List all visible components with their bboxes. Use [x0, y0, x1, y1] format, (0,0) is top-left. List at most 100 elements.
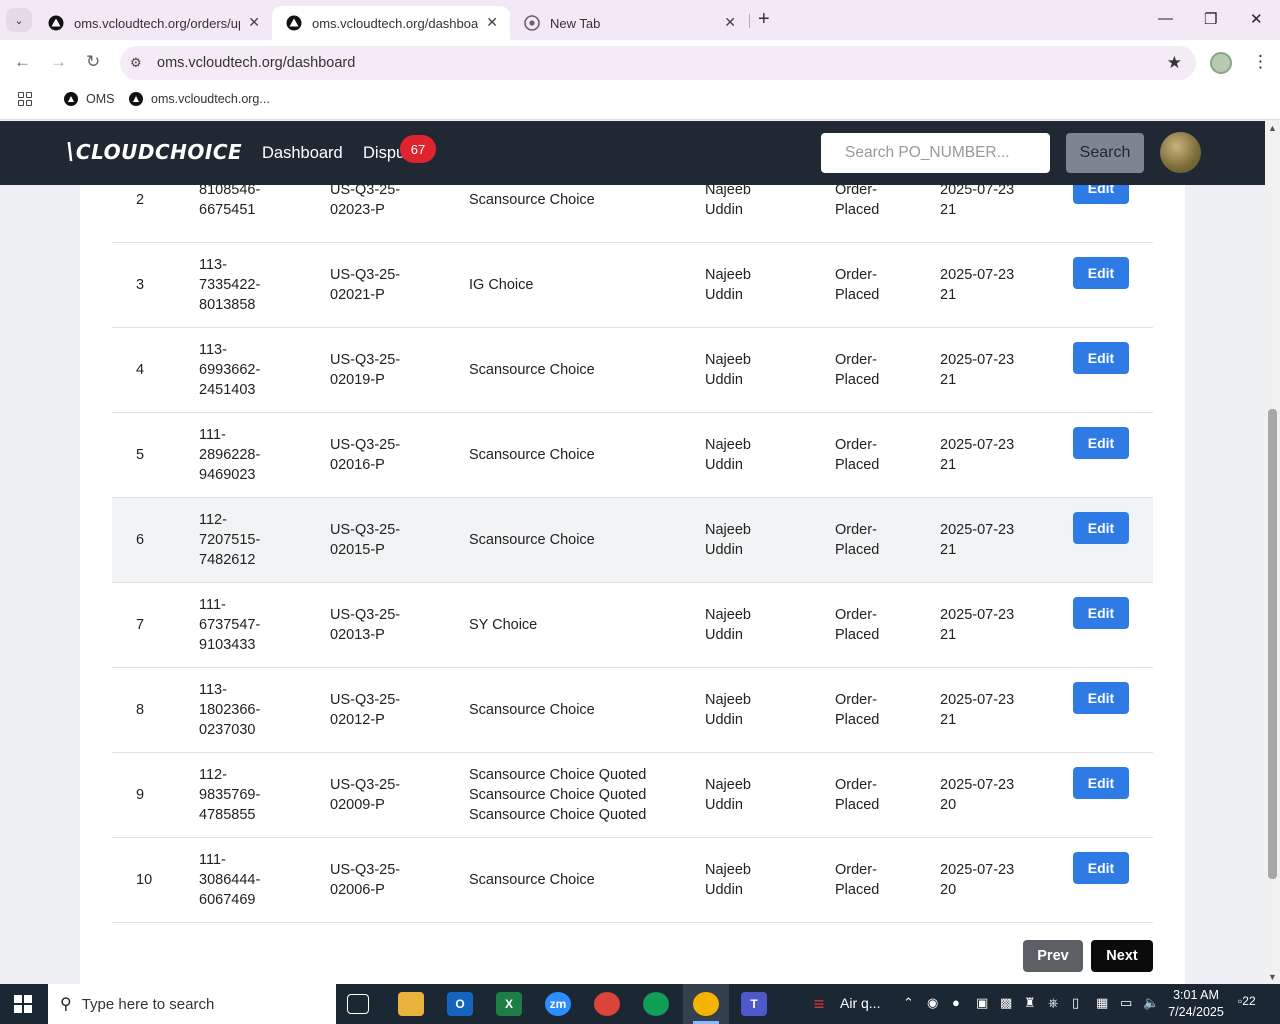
close-tab-icon[interactable]: ✕: [486, 14, 498, 31]
store-name: SY Choice: [469, 615, 659, 635]
close-tab-icon[interactable]: ✕: [248, 14, 260, 31]
bookmark-star-icon[interactable]: ★: [1167, 53, 1182, 73]
order-status-line: Order-: [835, 267, 877, 283]
order-id-line: 9835769-: [199, 787, 261, 803]
po-number-line: 02021-P: [330, 287, 385, 303]
scrollbar-thumb[interactable]: [1268, 409, 1277, 879]
notifications-icon[interactable]: ▫22: [1238, 994, 1256, 1008]
order-id-line: 6675451: [199, 202, 256, 218]
weather-label[interactable]: Air q...: [840, 995, 880, 1011]
order-status-line: Placed: [835, 882, 880, 898]
clock-time: 3:01 AM: [1173, 988, 1219, 1002]
taskbar-clock[interactable]: 3:01 AM 7/24/2025: [1166, 987, 1226, 1021]
user-name: Najeeb Uddin: [705, 435, 785, 475]
browser-menu-icon[interactable]: ⋮: [1252, 52, 1269, 72]
edit-button[interactable]: Edit: [1073, 767, 1129, 799]
search-button[interactable]: Search: [1066, 133, 1144, 173]
cloudchoice-logo[interactable]: \CLOUDCHOICE: [66, 139, 242, 165]
store-name: IG Choice: [469, 275, 659, 295]
row-number: 7: [136, 617, 145, 633]
chrome-profile-icon[interactable]: [594, 992, 620, 1016]
new-tab-icon[interactable]: +: [758, 8, 770, 31]
order-date: 2025-07-23 21: [940, 690, 1030, 730]
user-name-line: Najeeb: [705, 267, 751, 283]
tray-teams-icon[interactable]: ▩: [1000, 995, 1012, 1011]
oms-favicon-icon: [64, 92, 78, 106]
order-status-line: Order-: [835, 185, 877, 198]
tray-network-icon[interactable]: ⎈: [1048, 995, 1058, 1011]
forward-icon[interactable]: →: [50, 52, 67, 72]
tray-zoom-icon[interactable]: ●: [952, 995, 960, 1010]
order-date-line: 2025-07-23: [940, 862, 1015, 878]
site-settings-icon[interactable]: ⚙: [130, 55, 148, 71]
user-name-line: Uddin: [705, 372, 743, 388]
next-page-button[interactable]: Next: [1091, 940, 1153, 972]
po-search-input[interactable]: [821, 133, 1050, 173]
edit-button[interactable]: Edit: [1073, 185, 1129, 204]
browser-tab-dashboard[interactable]: oms.vcloudtech.org/dashboard ✕: [272, 6, 510, 40]
edit-button[interactable]: Edit: [1073, 427, 1129, 459]
order-id-line: 9103433: [199, 637, 256, 653]
tab-title: oms.vcloudtech.org/orders/upl: [74, 15, 240, 31]
order-status-line: Order-: [835, 692, 877, 708]
edit-button[interactable]: Edit: [1073, 682, 1129, 714]
tray-display-icon[interactable]: ▭: [1120, 995, 1132, 1011]
nav-link-disputes[interactable]: Dispu: [363, 144, 405, 163]
user-name-line: Najeeb: [705, 777, 751, 793]
order-id-line: 112-: [199, 767, 227, 783]
address-bar[interactable]: ⚙ oms.vcloudtech.org/dashboard ★: [120, 46, 1196, 80]
teams-icon[interactable]: T: [741, 992, 767, 1016]
bookmark-oms-site[interactable]: oms.vcloudtech.org...: [129, 92, 270, 106]
edit-button[interactable]: Edit: [1073, 597, 1129, 629]
bookmark-oms[interactable]: OMS: [64, 92, 114, 106]
edit-button[interactable]: Edit: [1073, 257, 1129, 289]
zoom-icon[interactable]: zm: [545, 992, 571, 1016]
task-view-icon[interactable]: [347, 994, 369, 1014]
browser-profile-icon[interactable]: [1210, 52, 1232, 74]
table-row: 4 113- 6993662- 2451403 US-Q3-25- 02019-P Scan…: [112, 328, 1153, 413]
user-name-line: Najeeb: [705, 185, 751, 198]
address-url[interactable]: oms.vcloudtech.org/dashboard: [157, 55, 355, 71]
restore-icon[interactable]: ❐: [1204, 10, 1217, 28]
close-tab-icon[interactable]: ✕: [724, 14, 736, 31]
outlook-icon[interactable]: O: [447, 992, 473, 1016]
store-name-line: Scansource Choice: [469, 702, 595, 718]
excel-icon[interactable]: X: [496, 992, 522, 1016]
store-name: Scansource Choice: [469, 700, 659, 720]
browser-tab-new[interactable]: New Tab ✕: [510, 6, 748, 40]
prev-page-button[interactable]: Prev: [1023, 940, 1083, 972]
order-id: 8108546- 6675451: [199, 185, 289, 220]
store-name: Scansource Choice: [469, 190, 659, 210]
browser-tab-orders[interactable]: oms.vcloudtech.org/orders/upl ✕: [34, 6, 272, 40]
nav-link-dashboard[interactable]: Dashboard: [262, 144, 343, 163]
volume-muted-icon[interactable]: 🔈: [1143, 995, 1159, 1011]
edit-button[interactable]: Edit: [1073, 512, 1129, 544]
scroll-down-icon[interactable]: ▼: [1268, 972, 1277, 982]
tray-overflow-icon[interactable]: ⌃: [903, 995, 914, 1011]
air-quality-icon[interactable]: ≡: [806, 992, 832, 1016]
tray-chrome-icon[interactable]: ◉: [927, 995, 938, 1011]
user-name: Najeeb Uddin: [705, 775, 785, 815]
scroll-up-icon[interactable]: ▲: [1268, 123, 1277, 133]
user-avatar[interactable]: [1160, 132, 1201, 173]
file-explorer-icon[interactable]: [398, 992, 424, 1016]
windows-start-icon[interactable]: [14, 995, 32, 1013]
taskbar-search[interactable]: ⚲ Type here to search: [48, 984, 336, 1024]
order-id-line: 4785855: [199, 807, 256, 823]
reload-icon[interactable]: ↻: [86, 52, 100, 72]
tray-vpn-icon[interactable]: ▯: [1072, 995, 1079, 1011]
store-name-line: Scansource Choice: [469, 192, 595, 208]
tab-search-chevron-icon[interactable]: ⌄: [6, 8, 32, 32]
apps-grid-icon[interactable]: [18, 92, 32, 106]
edit-button[interactable]: Edit: [1073, 852, 1129, 884]
page-scrollbar[interactable]: ▲ ▼: [1265, 121, 1280, 984]
minimize-icon[interactable]: —: [1158, 10, 1173, 27]
chrome-icon[interactable]: [693, 992, 719, 1016]
back-icon[interactable]: ←: [14, 52, 31, 72]
edit-button[interactable]: Edit: [1073, 342, 1129, 374]
chrome-profile-icon[interactable]: [643, 992, 669, 1016]
tray-app-icon[interactable]: ▦: [1096, 995, 1108, 1011]
tray-security-icon[interactable]: ♜: [1024, 995, 1036, 1011]
close-window-icon[interactable]: ✕: [1250, 10, 1263, 28]
tray-outlook-icon[interactable]: ▣: [976, 995, 988, 1011]
